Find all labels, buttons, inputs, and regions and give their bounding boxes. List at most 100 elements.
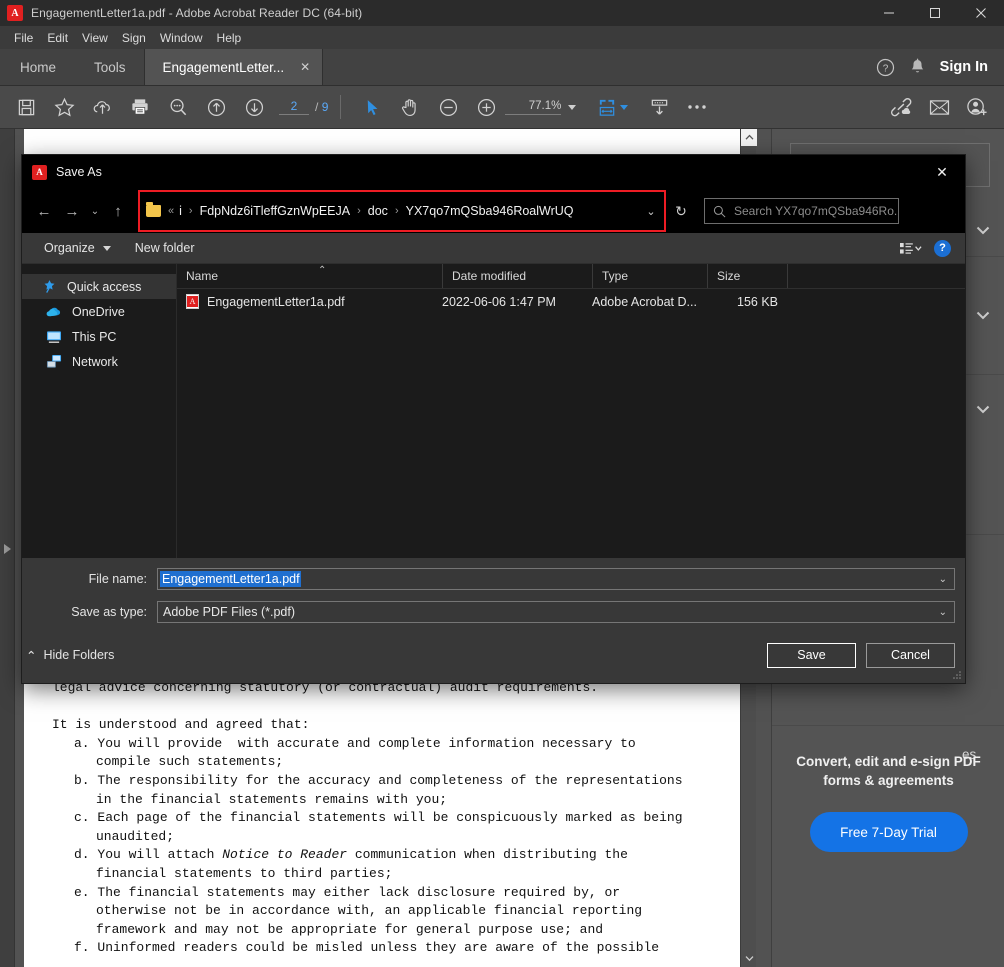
hide-folders-toggle[interactable]: ⌃ Hide Folders bbox=[26, 648, 114, 663]
new-folder-button[interactable]: New folder bbox=[123, 241, 207, 255]
menu-file[interactable]: File bbox=[7, 28, 40, 48]
breadcrumb-2[interactable]: doc bbox=[368, 204, 388, 218]
save-as-type-value: Adobe PDF Files (*.pdf) bbox=[160, 605, 295, 619]
tab-tools[interactable]: Tools bbox=[76, 49, 144, 85]
forward-icon[interactable]: → bbox=[58, 196, 86, 226]
pdf-file-icon bbox=[186, 294, 199, 309]
zoom-out-icon[interactable] bbox=[429, 86, 467, 129]
share-link-icon[interactable] bbox=[882, 86, 920, 129]
expand-panel-arrow-icon[interactable] bbox=[4, 544, 11, 554]
sidebar-item-network[interactable]: Network bbox=[22, 349, 176, 374]
file-name-input[interactable]: EngagementLetter1a.pdf ⌄ bbox=[157, 568, 955, 590]
chevron-down-icon[interactable]: ⌄ bbox=[939, 574, 947, 585]
menu-window[interactable]: Window bbox=[153, 28, 210, 48]
menu-edit[interactable]: Edit bbox=[40, 28, 75, 48]
scroll-down-icon[interactable] bbox=[741, 950, 757, 967]
page-number-input[interactable]: 2 bbox=[279, 99, 309, 115]
left-navigation-rail[interactable] bbox=[0, 129, 15, 967]
save-button[interactable]: Save bbox=[767, 643, 856, 668]
dialog-close-icon[interactable]: ✕ bbox=[919, 155, 965, 189]
close-icon[interactable]: ✕ bbox=[296, 59, 314, 75]
column-header-type[interactable]: Type bbox=[592, 264, 707, 288]
tab-home[interactable]: Home bbox=[0, 49, 76, 85]
zoom-level-value[interactable]: 77.1% bbox=[505, 100, 561, 115]
print-icon[interactable] bbox=[121, 86, 159, 129]
scroll-up-icon[interactable] bbox=[741, 129, 757, 146]
help-button[interactable]: ? bbox=[934, 240, 951, 257]
chevron-down-icon[interactable]: ⌄ bbox=[939, 607, 947, 618]
chevron-down-icon[interactable] bbox=[976, 311, 990, 320]
more-options-icon[interactable] bbox=[678, 86, 716, 129]
dialog-title: Save As bbox=[56, 165, 102, 179]
view-layout-icon[interactable] bbox=[900, 242, 922, 255]
menu-sign[interactable]: Sign bbox=[115, 28, 153, 48]
help-circle-icon[interactable]: ? bbox=[876, 58, 895, 77]
sidebar-item-quick-access[interactable]: Quick access bbox=[22, 274, 176, 299]
chevron-down-icon[interactable] bbox=[976, 405, 990, 414]
table-row[interactable]: EngagementLetter1a.pdf 2022-06-06 1:47 P… bbox=[177, 289, 965, 314]
sidebar-item-label: Network bbox=[72, 355, 118, 369]
organize-button[interactable]: Organize bbox=[32, 241, 123, 255]
address-dropdown-chevron-icon[interactable]: ⌄ bbox=[638, 205, 664, 218]
chevron-down-icon[interactable] bbox=[976, 226, 990, 235]
this-pc-monitor-icon bbox=[46, 330, 62, 344]
search-box[interactable]: Search YX7qo7mQSba946Ro... bbox=[704, 198, 899, 224]
add-person-icon[interactable] bbox=[958, 86, 996, 129]
star-icon[interactable] bbox=[45, 86, 83, 129]
tab-document[interactable]: EngagementLetter... ✕ bbox=[144, 49, 324, 85]
tab-strip: Home Tools EngagementLetter... ✕ ? Sign … bbox=[0, 49, 1004, 86]
file-name: EngagementLetter1a.pdf bbox=[207, 295, 345, 309]
arrow-up-circle-icon[interactable] bbox=[197, 86, 235, 129]
address-overflow-icon[interactable]: « bbox=[168, 205, 179, 217]
page-separator: / bbox=[315, 100, 318, 114]
close-button[interactable] bbox=[958, 0, 1004, 26]
pdf-text-line: b. The responsibility for the accuracy a… bbox=[52, 772, 712, 791]
column-header-date-modified[interactable]: Date modified bbox=[442, 264, 592, 288]
fit-dropdown-chevron-icon[interactable] bbox=[620, 105, 628, 110]
sort-indicator-icon: ⌃ bbox=[318, 265, 326, 276]
refresh-icon[interactable]: ↻ bbox=[666, 203, 696, 220]
window-title: EngagementLetter1a.pdf - Adobe Acrobat R… bbox=[31, 6, 362, 20]
find-icon[interactable] bbox=[159, 86, 197, 129]
save-as-type-select[interactable]: Adobe PDF Files (*.pdf) ⌄ bbox=[157, 601, 955, 623]
email-icon[interactable] bbox=[920, 86, 958, 129]
menu-view[interactable]: View bbox=[75, 28, 115, 48]
maximize-button[interactable] bbox=[912, 0, 958, 26]
upload-cloud-icon[interactable] bbox=[83, 86, 121, 129]
page-total-value: 9 bbox=[322, 100, 329, 114]
window-titlebar: A EngagementLetter1a.pdf - Adobe Acrobat… bbox=[0, 0, 1004, 26]
dialog-body: Quick access OneDrive This PC bbox=[22, 264, 965, 558]
hand-tool-icon[interactable] bbox=[391, 86, 429, 129]
chevron-down-icon bbox=[103, 246, 111, 251]
cursor-select-icon[interactable] bbox=[353, 86, 391, 129]
scroll-mode-icon[interactable] bbox=[640, 86, 678, 129]
minimize-button[interactable] bbox=[866, 0, 912, 26]
pdf-text-line: f. Uninformed readers could be misled un… bbox=[52, 939, 712, 958]
bell-icon[interactable] bbox=[909, 58, 926, 76]
resize-grip-icon[interactable] bbox=[952, 670, 962, 680]
breadcrumb-separator: › bbox=[182, 205, 200, 217]
address-bar[interactable]: « i › FdpNdz6iTleffGznWpEEJA › doc › YX7… bbox=[140, 198, 638, 224]
sidebar-item-onedrive[interactable]: OneDrive bbox=[22, 299, 176, 324]
cancel-button[interactable]: Cancel bbox=[866, 643, 955, 668]
breadcrumb-1[interactable]: FdpNdz6iTleffGznWpEEJA bbox=[200, 204, 351, 218]
sign-in-button[interactable]: Sign In bbox=[940, 59, 992, 75]
breadcrumb-3[interactable]: YX7qo7mQSba946RoalWrUQ bbox=[406, 204, 574, 218]
menu-help[interactable]: Help bbox=[210, 28, 249, 48]
sidebar-item-this-pc[interactable]: This PC bbox=[22, 324, 176, 349]
chevron-down-icon[interactable] bbox=[568, 105, 576, 110]
save-icon[interactable] bbox=[7, 86, 45, 129]
page-navigator: 2 / 9 bbox=[279, 99, 328, 115]
back-icon[interactable]: ← bbox=[30, 196, 58, 226]
pdf-text-line: financial statements to third parties; bbox=[52, 865, 712, 884]
chevron-up-icon: ⌃ bbox=[26, 648, 36, 663]
recent-locations-chevron-icon[interactable]: ⌄ bbox=[86, 196, 104, 226]
up-one-level-icon[interactable]: ↑ bbox=[104, 196, 132, 226]
free-trial-button[interactable]: Free 7-Day Trial bbox=[810, 812, 968, 852]
column-header-name[interactable]: Name bbox=[177, 264, 442, 288]
arrow-down-circle-icon[interactable] bbox=[235, 86, 273, 129]
column-header-size[interactable]: Size bbox=[707, 264, 787, 288]
pdf-text-line: in the financial statements remains with… bbox=[52, 791, 712, 810]
zoom-in-icon[interactable] bbox=[467, 86, 505, 129]
pdf-text-line: a. You will provide with accurate and co… bbox=[52, 735, 712, 754]
